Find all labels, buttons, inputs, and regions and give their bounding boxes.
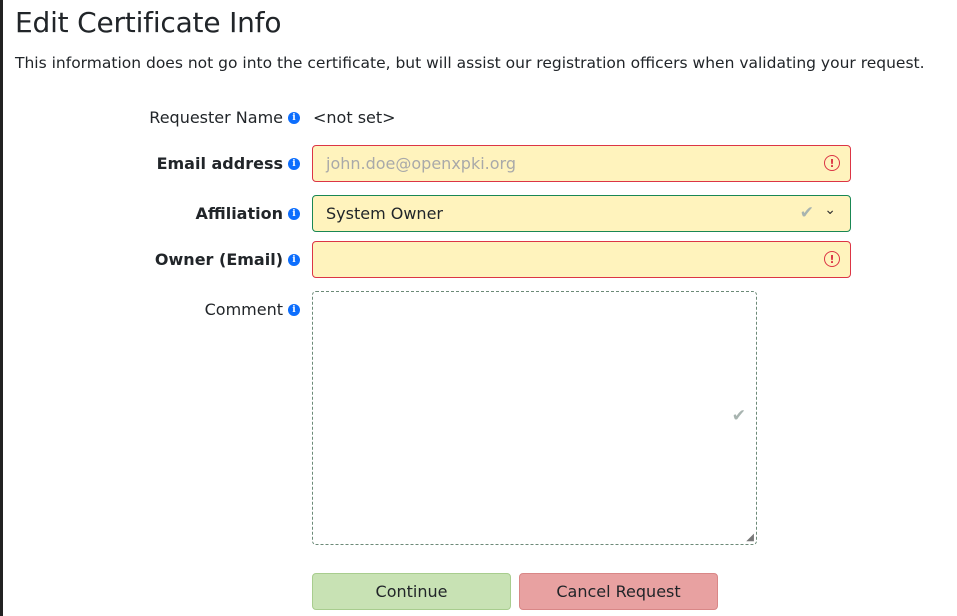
info-icon[interactable]: i	[288, 253, 300, 266]
info-icon[interactable]: i	[288, 303, 300, 316]
info-icon[interactable]: i	[288, 207, 300, 220]
requester-name-label-text: Requester Name	[149, 108, 283, 127]
owner-email-label-text: Owner (Email)	[154, 250, 283, 269]
requester-name-label: Requester Name i	[149, 108, 300, 127]
alert-icon: !	[824, 251, 840, 267]
page-description: This information does not go into the ce…	[15, 54, 925, 72]
requester-name-value: <not set>	[313, 108, 396, 127]
left-edge-strip	[0, 0, 3, 616]
chevron-down-icon[interactable]: ⌄	[824, 202, 836, 218]
comment-label-text: Comment	[204, 300, 283, 319]
affiliation-label: Affiliation i	[195, 204, 300, 223]
email-placeholder: john.doe@openxpki.org	[326, 154, 516, 173]
info-icon[interactable]: i	[288, 157, 300, 170]
alert-icon: !	[824, 155, 840, 171]
owner-email-label: Owner (Email) i	[155, 250, 300, 269]
check-icon: ✔	[799, 203, 814, 223]
email-label: Email address i	[157, 154, 300, 173]
comment-label: Comment i	[205, 300, 300, 319]
cancel-request-button[interactable]: Cancel Request	[519, 573, 718, 610]
check-icon: ✔	[731, 406, 746, 426]
comment-textarea[interactable]: ✔ ◢	[312, 291, 757, 545]
email-field[interactable]: john.doe@openxpki.org !	[312, 145, 851, 182]
email-label-text: Email address	[156, 154, 283, 173]
continue-button[interactable]: Continue	[312, 573, 511, 610]
affiliation-selected-value: System Owner	[326, 204, 443, 223]
page-title: Edit Certificate Info	[15, 6, 282, 39]
affiliation-select[interactable]: System Owner ✔ ⌄	[312, 195, 851, 232]
owner-email-field[interactable]: !	[312, 241, 851, 278]
affiliation-label-text: Affiliation	[195, 204, 283, 223]
info-icon[interactable]: i	[288, 111, 300, 124]
resize-handle-icon[interactable]: ◢	[746, 533, 754, 543]
